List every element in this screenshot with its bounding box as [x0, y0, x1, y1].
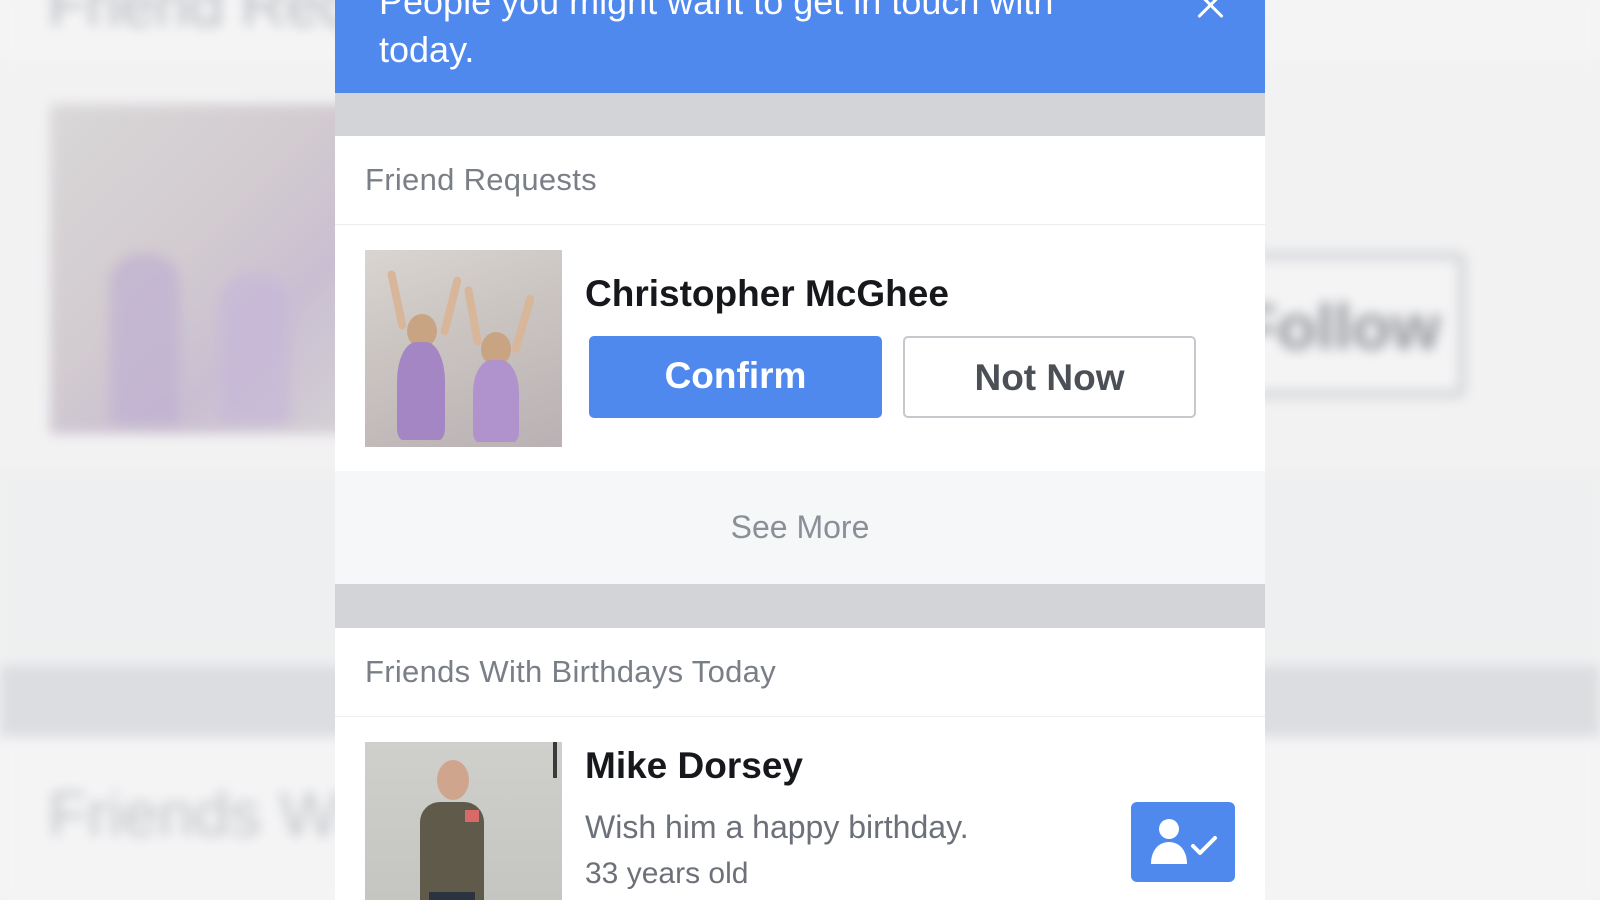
friend-requests-title: Friend Requests [365, 162, 597, 197]
banner-text: People you might want to get in touch wi… [379, 0, 1054, 70]
photo-detail [473, 360, 519, 442]
close-icon[interactable] [1193, 0, 1227, 22]
friend-requests-header: Friend Requests [335, 136, 1265, 225]
requester-name[interactable]: Christopher McGhee [585, 273, 949, 315]
photo-detail [437, 760, 469, 800]
confirm-button[interactable]: Confirm [589, 336, 882, 418]
section-gap [335, 93, 1265, 136]
birthday-row: Mike Dorsey Wish him a happy birthday. 3… [335, 717, 1265, 900]
photo-detail [439, 275, 463, 337]
suggestion-banner: People you might want to get in touch wi… [335, 0, 1265, 93]
friend-check-button[interactable] [1131, 802, 1235, 882]
avatar[interactable] [365, 742, 562, 900]
backdrop-button-label: Follow [1238, 291, 1441, 363]
birthdays-title: Friends With Birthdays Today [365, 654, 776, 689]
photo-detail [386, 269, 408, 331]
backdrop-photo [50, 104, 350, 434]
birthday-message: Wish him a happy birthday. [585, 809, 969, 845]
birthday-person-name[interactable]: Mike Dorsey [585, 745, 803, 787]
photo-detail [510, 294, 536, 354]
birthday-age: 33 years old [585, 857, 749, 890]
friend-check-icon [1151, 819, 1217, 864]
photo-detail [465, 810, 479, 822]
birthdays-header: Friends With Birthdays Today [335, 628, 1265, 717]
section-gap [335, 584, 1265, 628]
photo-detail [553, 742, 557, 778]
friends-panel: People you might want to get in touch wi… [335, 0, 1265, 900]
see-more-button[interactable]: See More [335, 471, 1265, 584]
photo-detail [429, 892, 475, 900]
friend-request-row: Christopher McGhee Confirm Not Now [335, 225, 1265, 471]
not-now-button[interactable]: Not Now [903, 336, 1196, 418]
photo-detail [463, 285, 483, 347]
photo-detail [397, 342, 445, 440]
avatar[interactable] [365, 250, 562, 447]
